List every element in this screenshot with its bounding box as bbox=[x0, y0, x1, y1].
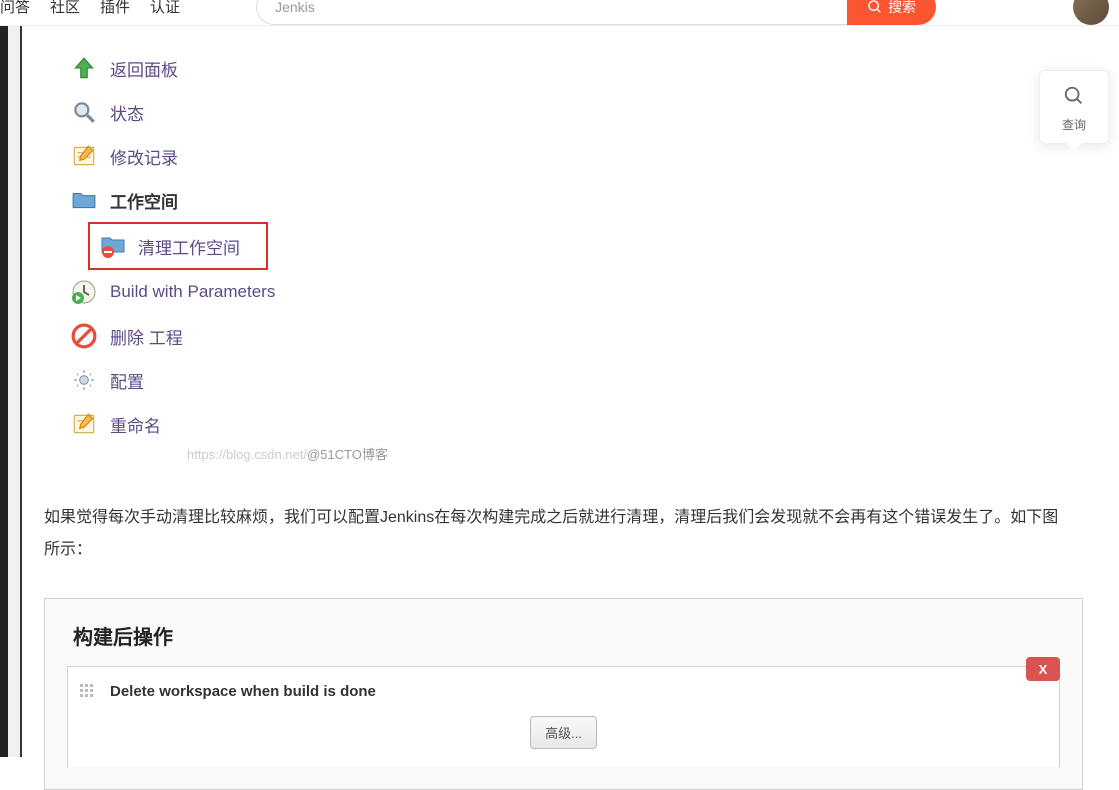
query-popup[interactable]: 查询 bbox=[1039, 70, 1109, 144]
arrow-up-icon bbox=[70, 54, 98, 82]
nav-community[interactable]: 社区 bbox=[50, 0, 80, 17]
menu-history-label: 修改记录 bbox=[110, 144, 178, 169]
query-icon bbox=[1063, 85, 1085, 107]
menu-configure[interactable]: 配置 bbox=[70, 358, 1083, 402]
menu-clear-workspace[interactable]: 清理工作空间 bbox=[88, 222, 268, 270]
panel-item-label: Delete workspace when build is done bbox=[110, 683, 376, 700]
search-button[interactable]: 搜索 bbox=[847, 0, 936, 25]
post-build-panel: 构建后操作 X Delete workspace when build is d… bbox=[44, 598, 1083, 790]
menu-clear-workspace-label: 清理工作空间 bbox=[138, 234, 240, 259]
article-paragraph: 如果觉得每次手动清理比较麻烦，我们可以配置Jenkins在每次构建完成之后就进行… bbox=[44, 502, 1061, 566]
advanced-button[interactable]: 高级... bbox=[530, 716, 597, 749]
watermark: https://blog.csdn.net/@51CTO博客 bbox=[187, 444, 388, 463]
gear-icon bbox=[70, 366, 98, 394]
magnifier-icon bbox=[70, 98, 98, 126]
menu-build-params-label: Build with Parameters bbox=[110, 282, 275, 302]
left-stripe bbox=[0, 26, 22, 757]
menu-rename[interactable]: 重命名 bbox=[70, 402, 1083, 446]
menu-build-params[interactable]: Build with Parameters bbox=[70, 270, 1083, 314]
menu-workspace[interactable]: 工作空间 bbox=[70, 178, 1083, 222]
menu-back-label: 返回面板 bbox=[110, 56, 178, 81]
menu-rename-label: 重命名 bbox=[110, 412, 161, 437]
menu-back-to-dashboard[interactable]: 返回面板 bbox=[70, 46, 1083, 90]
menu-configure-label: 配置 bbox=[110, 368, 144, 393]
prohibit-icon bbox=[70, 322, 98, 350]
panel-item: X Delete workspace when build is done 高级… bbox=[67, 666, 1060, 767]
panel-title: 构建后操作 bbox=[45, 599, 1082, 666]
nav-qa[interactable]: 问答 bbox=[0, 0, 30, 17]
search-button-label: 搜索 bbox=[888, 0, 916, 17]
menu-history[interactable]: 修改记录 bbox=[70, 134, 1083, 178]
search-input[interactable] bbox=[256, 0, 847, 25]
clock-play-icon bbox=[70, 278, 98, 306]
rename-icon bbox=[70, 410, 98, 438]
nav-cert[interactable]: 认证 bbox=[150, 0, 180, 17]
menu-status[interactable]: 状态 bbox=[70, 90, 1083, 134]
menu-status-label: 状态 bbox=[110, 100, 144, 125]
query-label: 查询 bbox=[1062, 116, 1086, 133]
drag-handle-icon[interactable] bbox=[80, 684, 96, 700]
nav-plugins[interactable]: 插件 bbox=[100, 0, 130, 17]
folder-delete-icon bbox=[100, 232, 128, 260]
menu-delete-label: 删除 工程 bbox=[110, 324, 183, 349]
search-icon bbox=[867, 0, 883, 15]
folder-icon bbox=[70, 186, 98, 214]
avatar[interactable] bbox=[1073, 0, 1109, 25]
menu-delete[interactable]: 删除 工程 bbox=[70, 314, 1083, 358]
notepad-icon bbox=[70, 142, 98, 170]
menu-workspace-label: 工作空间 bbox=[110, 188, 178, 213]
